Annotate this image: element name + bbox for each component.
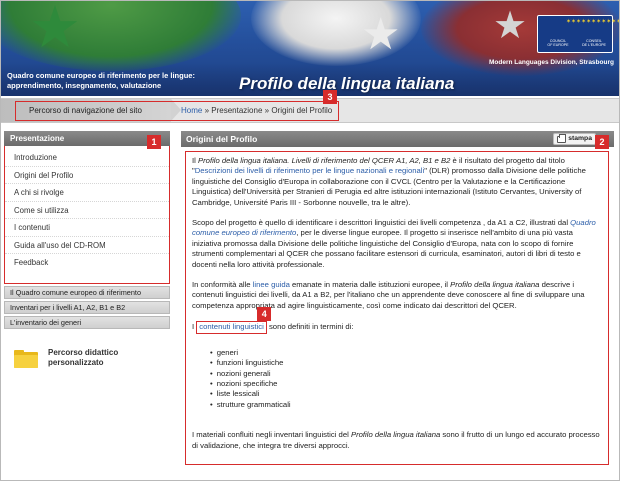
paragraph-validation: I materiali confluiti negli inventari li… bbox=[192, 430, 600, 450]
logo-text-fr: CONSEIL DE L'EUROPE bbox=[576, 39, 612, 47]
logo-text-line: DE L'EUROPE bbox=[582, 43, 606, 48]
site-title: Profilo della lingua italiana bbox=[239, 74, 455, 93]
subtitle-line: apprendimento, insegnamento, valutazione bbox=[7, 81, 162, 90]
subtitle-line: Quadro comune europeo di riferimento per… bbox=[7, 71, 195, 80]
sidebar-section-quadro-comune[interactable]: Il Quadro comune europeo di riferimento bbox=[4, 286, 170, 299]
logo-text-en: COUNCIL OF EUROPE bbox=[540, 39, 576, 47]
callout-badge-4: 4 bbox=[257, 307, 272, 322]
sidebar-item-origini[interactable]: Origini del Profilo bbox=[5, 167, 169, 184]
star-decoration-icon: ★ bbox=[361, 10, 401, 59]
sidebar-item-contenuti[interactable]: I contenuti bbox=[5, 219, 169, 237]
list-item: nozioni generali bbox=[210, 369, 602, 379]
percorso-didattico-label: Percorso didattico personalizzato bbox=[48, 348, 118, 368]
promo-line: personalizzato bbox=[48, 358, 104, 367]
callout-badge-3: 3 bbox=[323, 90, 337, 104]
council-of-europe-logo[interactable]: ✶✶✶✶✶✶✶✶✶✶✶✶ COUNCIL OF EUROPE CONSEIL D… bbox=[537, 15, 619, 53]
framework-subtitle: Quadro comune europeo di riferimento per… bbox=[7, 71, 217, 91]
highlight-box-navigation bbox=[15, 101, 339, 121]
print-label: stampa bbox=[568, 135, 592, 142]
eu-stars-icon: ✶✶✶✶✶✶✶✶✶✶✶✶ bbox=[566, 19, 619, 25]
folder-icon bbox=[14, 350, 38, 368]
division-label: Modern Languages Division, Strasbourg bbox=[489, 59, 614, 66]
print-button[interactable]: stampa bbox=[553, 133, 596, 145]
percorso-didattico-link[interactable]: Percorso didattico personalizzato bbox=[14, 348, 164, 378]
sidebar-sections: Il Quadro comune europeo di riferimento … bbox=[4, 286, 170, 329]
paragraph-intro: Il Profilo della lingua italiana. Livell… bbox=[192, 156, 586, 207]
sidebar-title: Presentazione bbox=[4, 131, 170, 146]
sidebar-menu: Introduzione Origini del Profilo A chi s… bbox=[4, 146, 170, 284]
list-item: strutture grammaticali bbox=[210, 400, 602, 410]
list-item: generi bbox=[210, 348, 602, 358]
linee-guida-link[interactable]: linee guida bbox=[253, 280, 290, 289]
contenuti-linguistici-link[interactable]: contenuti linguistici bbox=[199, 322, 264, 331]
site-banner: ★ ★ ★ Quadro comune europeo di riferimen… bbox=[1, 1, 619, 96]
logo-text-line: OF EUROPE bbox=[547, 43, 569, 48]
list-item: funzioni linguistiche bbox=[210, 358, 602, 368]
promo-line: Percorso didattico bbox=[48, 348, 119, 357]
printer-icon bbox=[557, 134, 567, 143]
highlight-box-contenuti: contenuti linguistici 4 bbox=[196, 307, 272, 334]
paragraph-guidelines: In conformità alle linee guida emanate i… bbox=[192, 280, 585, 310]
contents-list: generi funzioni linguistiche nozioni gen… bbox=[210, 348, 602, 410]
star-decoration-icon: ★ bbox=[29, 1, 81, 60]
sidebar-item-feedback[interactable]: Feedback bbox=[5, 254, 169, 272]
navigation-bar: Percorso di navigazione del sito Home » … bbox=[1, 90, 619, 123]
sidebar-item-guida-cd-rom[interactable]: Guida all'uso del CD-ROM bbox=[5, 237, 169, 254]
callout-badge-1: 1 bbox=[147, 135, 161, 149]
paragraph-scope: Scopo del progetto è quello di identific… bbox=[192, 218, 596, 269]
dlr-project-link[interactable]: Descrizioni dei livelli di riferimento p… bbox=[195, 166, 424, 175]
callout-badge-2: 2 bbox=[595, 135, 609, 149]
main-panel-header: Origini del Profilo stampa bbox=[181, 131, 614, 147]
paragraph-contents: I contenuti linguistici 4 sono definiti i… bbox=[192, 307, 602, 334]
profile-title-italic: Profilo della lingua italiana. Livelli d… bbox=[197, 156, 451, 165]
sidebar-section-inventario-generi[interactable]: L'inventario dei generi bbox=[4, 316, 170, 329]
list-item: liste lessicali bbox=[210, 389, 602, 399]
main-panel: Origini del Profilo stampa 2 Il Profilo … bbox=[181, 131, 614, 465]
page-frame: ★ ★ ★ Quadro comune europeo di riferimen… bbox=[0, 0, 620, 481]
list-item: nozioni specifiche bbox=[210, 379, 602, 389]
sidebar-item-introduzione[interactable]: Introduzione bbox=[5, 149, 169, 167]
sidebar: Presentazione Introduzione Origini del P… bbox=[4, 131, 170, 368]
profile-name-italic: Profilo della lingua italiana bbox=[350, 430, 441, 440]
star-decoration-icon: ★ bbox=[493, 5, 528, 47]
sidebar-section-inventari[interactable]: Inventari per i livelli A1, A2, B1 e B2 bbox=[4, 301, 170, 314]
page-title: Origini del Profilo bbox=[186, 134, 258, 144]
profile-name-italic: Profilo della lingua italiana bbox=[450, 280, 540, 290]
article-content: Il Profilo della lingua italiana. Livell… bbox=[185, 151, 609, 465]
sidebar-item-a-chi-si-rivolge[interactable]: A chi si rivolge bbox=[5, 184, 169, 202]
sidebar-item-come-si-utilizza[interactable]: Come si utilizza bbox=[5, 202, 169, 219]
